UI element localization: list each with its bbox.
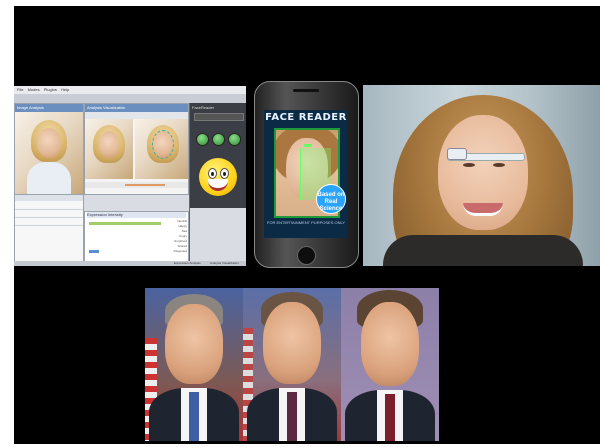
window-title: Analysis Visualization	[85, 104, 188, 112]
image-analysis-window: Image Analysis	[14, 103, 84, 195]
video-frame-left	[85, 119, 133, 179]
side-panel-lower	[190, 208, 246, 266]
face	[165, 304, 223, 384]
expression-intensity-panel: Expression Intensity Neutral Happy Sad A…	[84, 211, 189, 266]
left-eye	[463, 163, 475, 167]
side-panel-title: FaceReader	[192, 105, 215, 110]
list-row[interactable]	[15, 209, 83, 210]
app-title: FACE READER	[265, 112, 347, 123]
speaker-grille	[293, 89, 319, 92]
home-button[interactable]	[297, 246, 316, 265]
right-eye	[220, 168, 229, 179]
status-bar-fill	[125, 184, 165, 186]
real-science-badge: Based on Real Science	[316, 184, 346, 214]
menu-bar: File Modes Plugins Help	[14, 86, 246, 94]
menu-item-help[interactable]: Help	[61, 87, 69, 92]
status-right: Analysis Visualization	[210, 261, 239, 265]
panel-title: Expression Intensity	[87, 212, 186, 218]
intensity-bar-happy	[89, 222, 161, 225]
list-row[interactable]	[15, 217, 83, 218]
intensity-bar-neutral	[89, 250, 99, 253]
toolbar	[14, 94, 246, 103]
smart-glasses-photo	[363, 85, 600, 266]
face	[37, 128, 61, 158]
analysis-visualization-window: Analysis Visualization	[84, 103, 189, 195]
pupil	[223, 172, 226, 176]
window-title: Image Analysis	[15, 104, 83, 112]
shirt	[27, 162, 71, 194]
software-screenshot: File Modes Plugins Help Image Analysis A…	[14, 86, 246, 266]
list-row[interactable]	[15, 225, 83, 226]
app-footer: FOR ENTERTAINMENT PURPOSES ONLY	[266, 220, 346, 225]
left-eye	[208, 168, 217, 179]
glasses-display-prism	[447, 148, 467, 160]
pupil	[211, 172, 214, 176]
mode-selector[interactable]	[194, 113, 244, 121]
happy-emoticon-icon	[199, 158, 237, 196]
camera-button-2[interactable]	[212, 133, 225, 146]
portrait-2-morph	[243, 288, 341, 441]
coat	[383, 235, 583, 266]
face	[99, 131, 119, 158]
portrait-3	[341, 288, 439, 441]
facereader-side-panel: FaceReader	[189, 103, 246, 266]
tie	[287, 392, 297, 441]
portrait-1	[145, 288, 243, 441]
viz-toolbar	[85, 112, 188, 119]
tie	[385, 394, 395, 441]
face	[263, 302, 321, 384]
video-frame-right	[135, 119, 188, 179]
status-bar: Expression Analysis Analysis Visualizati…	[14, 261, 246, 266]
status-strip	[85, 182, 188, 188]
menu-item-modes[interactable]: Modes	[28, 87, 40, 92]
expression-labels: Neutral Happy Sad Angry Surprised Scared…	[165, 219, 187, 254]
video-frame	[15, 112, 83, 194]
right-eye	[493, 163, 505, 167]
camera-button-3[interactable]	[228, 133, 241, 146]
list-header	[15, 195, 83, 201]
menu-item-file[interactable]: File	[17, 87, 23, 92]
face	[361, 302, 419, 386]
smartphone: FACE READER Based on Real Science FOR EN…	[254, 81, 359, 268]
scan-marker	[304, 144, 312, 147]
slide-canvas: File Modes Plugins Help Image Analysis A…	[14, 6, 600, 444]
phone-screen: FACE READER Based on Real Science FOR EN…	[264, 110, 348, 238]
menu-item-plugins[interactable]: Plugins	[44, 87, 57, 92]
participant-list	[14, 194, 84, 266]
camera-button-1[interactable]	[196, 133, 209, 146]
status-left: Expression Analysis	[174, 261, 201, 265]
tie	[189, 392, 199, 441]
label-disgusted: Disgusted	[173, 249, 187, 253]
smile	[208, 179, 228, 191]
face-with-mesh	[152, 130, 174, 159]
